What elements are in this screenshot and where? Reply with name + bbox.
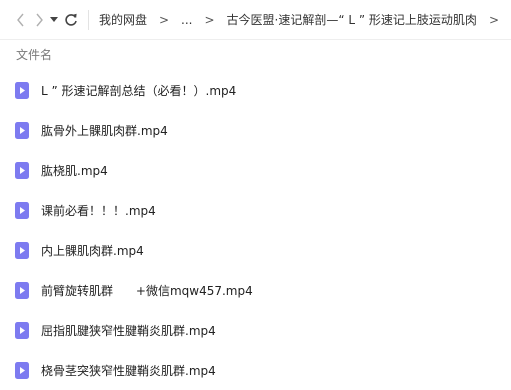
file-row[interactable]: 屈指肌腱狭窄性腱鞘炎肌群.mp4	[0, 310, 511, 350]
forward-icon[interactable]	[34, 11, 44, 29]
video-file-icon	[15, 81, 29, 99]
refresh-icon[interactable]	[64, 11, 78, 29]
column-header-filename[interactable]: 文件名	[16, 46, 52, 64]
breadcrumb-separator: >	[158, 12, 170, 27]
video-file-icon	[15, 361, 29, 379]
file-row[interactable]: 桡骨茎突狭窄性腱鞘炎肌群.mp4	[0, 350, 511, 390]
file-row[interactable]: L ” 形速记解剖总结（必看！）.mp4	[0, 70, 511, 110]
file-row[interactable]: 肱桡肌.mp4	[0, 150, 511, 190]
video-file-icon	[15, 241, 29, 259]
file-name: L ” 形速记解剖总结（必看！）.mp4	[41, 83, 237, 98]
file-name: 屈指肌腱狭窄性腱鞘炎肌群.mp4	[41, 323, 216, 338]
file-list: L ” 形速记解剖总结（必看！）.mp4 肱骨外上髁肌肉群.mp4 肱桡肌.mp…	[0, 70, 511, 390]
breadcrumb-ellipsis[interactable]: ...	[181, 13, 192, 27]
file-row[interactable]: 肱骨外上髁肌肉群.mp4	[0, 110, 511, 150]
history-dropdown-icon[interactable]	[50, 11, 59, 29]
file-row[interactable]: 前臂旋转肌群 +微信mqw457.mp4	[0, 270, 511, 310]
video-file-icon	[15, 121, 29, 139]
video-file-icon	[15, 281, 29, 299]
video-file-icon	[15, 321, 29, 339]
file-name: 桡骨茎突狭窄性腱鞘炎肌群.mp4	[41, 363, 216, 378]
file-row[interactable]: 课前必看！！！.mp4	[0, 190, 511, 230]
back-icon[interactable]	[16, 11, 26, 29]
breadcrumb-current[interactable]: 古今医盟·速记解剖—“ L ” 形速记上肢运动肌肉	[227, 11, 477, 28]
breadcrumb-separator: >	[204, 12, 215, 27]
file-name: 课前必看！！！.mp4	[41, 203, 156, 218]
video-file-icon	[15, 161, 29, 179]
file-name: 肱桡肌.mp4	[41, 163, 108, 178]
file-name: 前臂旋转肌群 +微信mqw457.mp4	[41, 283, 253, 298]
file-name: 内上髁肌肉群.mp4	[41, 243, 144, 258]
file-row[interactable]: 内上髁肌肉群.mp4	[0, 230, 511, 270]
breadcrumb-separator: >	[488, 12, 499, 27]
video-file-icon	[15, 201, 29, 219]
breadcrumb-root[interactable]: 我的网盘	[99, 11, 147, 28]
toolbar: 我的网盘 > ... > 古今医盟·速记解剖—“ L ” 形速记上肢运动肌肉 >	[0, 0, 511, 40]
file-name: 肱骨外上髁肌肉群.mp4	[41, 123, 168, 138]
